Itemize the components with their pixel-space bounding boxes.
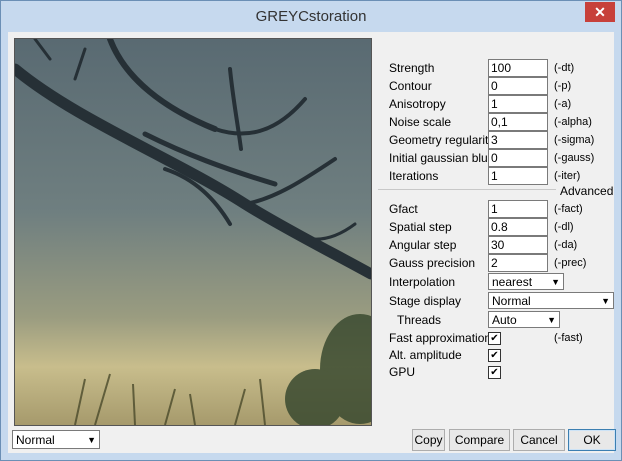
- alt-amplitude-row: Alt. amplitude ✔: [378, 348, 614, 366]
- title-bar[interactable]: GREYCstoration ✕: [1, 1, 621, 31]
- fast-approximation-label: Fast approximation: [389, 331, 492, 345]
- fast-approximation-row: Fast approximation ✔ (-fast): [378, 331, 614, 349]
- window-title: GREYCstoration: [255, 8, 367, 25]
- param-row-angular-step: Angular step 30 (-da): [378, 236, 614, 254]
- cancel-button[interactable]: Cancel: [513, 429, 565, 451]
- param-flag: (-sigma): [554, 134, 595, 146]
- chevron-down-icon: ▼: [601, 296, 610, 306]
- param-label: Angular step: [389, 238, 457, 252]
- param-flag: (-dt): [554, 62, 575, 74]
- copy-button[interactable]: Copy: [412, 429, 445, 451]
- chevron-down-icon: ▼: [551, 277, 560, 287]
- param-flag: (-iter): [554, 170, 581, 182]
- preview-image: [14, 38, 372, 426]
- param-label: Gauss precision: [389, 256, 476, 270]
- view-mode-select[interactable]: Normal ▼: [12, 430, 100, 449]
- param-label: Noise scale: [389, 115, 452, 129]
- param-label: Gfact: [389, 202, 418, 216]
- iterations-input[interactable]: 1: [488, 167, 548, 185]
- param-label: Geometry regularity: [389, 133, 495, 147]
- param-flag: (-da): [554, 239, 578, 251]
- threads-select[interactable]: Auto ▼: [488, 311, 560, 328]
- advanced-section-label: Advanced: [560, 184, 614, 198]
- contour-input[interactable]: 0: [488, 77, 548, 95]
- interpolation-row: Interpolation nearest ▼: [378, 273, 614, 291]
- gpu-row: GPU ✔: [378, 365, 614, 383]
- dialog-client: Strength 100 (-dt) Contour 0 (-p) Anisot…: [8, 32, 616, 453]
- param-flag: (-fact): [554, 203, 583, 215]
- greycstoration-window: GREYCstoration ✕ Strength 100 (-dt) Cont…: [0, 0, 622, 461]
- param-row-noise-scale: Noise scale 0,1 (-alpha): [378, 113, 614, 131]
- param-label: Contour: [389, 79, 432, 93]
- param-label: Iterations: [389, 169, 439, 183]
- stage-display-label: Stage display: [389, 294, 462, 308]
- param-row-spatial-step: Spatial step 0.8 (-dl): [378, 218, 614, 236]
- geometry-regularity-input[interactable]: 3: [488, 131, 548, 149]
- param-flag: (-alpha): [554, 116, 592, 128]
- param-label: Strength: [389, 61, 435, 75]
- param-flag: (-fast): [554, 332, 583, 344]
- chevron-down-icon: ▼: [87, 435, 96, 445]
- chevron-down-icon: ▼: [547, 315, 556, 325]
- interpolation-select[interactable]: nearest ▼: [488, 273, 564, 290]
- alt-amplitude-label: Alt. amplitude: [389, 348, 462, 362]
- advanced-separator: [378, 189, 556, 190]
- initial-gaussian-blur-input[interactable]: 0: [488, 149, 548, 167]
- alt-amplitude-checkbox[interactable]: ✔: [488, 349, 501, 362]
- param-row-strength: Strength 100 (-dt): [378, 59, 614, 77]
- gfact-input[interactable]: 1: [488, 200, 548, 218]
- interpolation-label: Interpolation: [389, 275, 456, 289]
- ok-button[interactable]: OK: [568, 429, 616, 451]
- threads-row: Threads Auto ▼: [378, 311, 614, 329]
- compare-button[interactable]: Compare: [449, 429, 510, 451]
- stage-display-select[interactable]: Normal ▼: [488, 292, 614, 309]
- param-row-initial-gaussian-blur: Initial gaussian blur 0 (-gauss): [378, 149, 614, 167]
- strength-input[interactable]: 100: [488, 59, 548, 77]
- param-row-contour: Contour 0 (-p): [378, 77, 614, 95]
- interpolation-value: nearest: [492, 275, 533, 289]
- param-label: Spatial step: [389, 220, 452, 234]
- gpu-checkbox[interactable]: ✔: [488, 366, 501, 379]
- param-flag: (-prec): [554, 257, 587, 269]
- param-flag: (-p): [554, 80, 572, 92]
- param-label: Anisotropy: [389, 97, 446, 111]
- anisotropy-input[interactable]: 1: [488, 95, 548, 113]
- close-button[interactable]: ✕: [585, 2, 615, 22]
- param-flag: (-gauss): [554, 152, 595, 164]
- param-row-gfact: Gfact 1 (-fact): [378, 200, 614, 218]
- bottom-bar: Normal ▼ Copy Compare Cancel OK: [8, 429, 616, 453]
- parameters-panel: Strength 100 (-dt) Contour 0 (-p) Anisot…: [378, 32, 614, 422]
- stage-display-row: Stage display Normal ▼: [378, 292, 614, 310]
- param-row-anisotropy: Anisotropy 1 (-a): [378, 95, 614, 113]
- param-label: Initial gaussian blur: [389, 151, 492, 165]
- angular-step-input[interactable]: 30: [488, 236, 548, 254]
- param-flag: (-dl): [554, 221, 574, 233]
- noise-scale-input[interactable]: 0,1: [488, 113, 548, 131]
- threads-value: Auto: [492, 313, 517, 327]
- param-row-geometry-regularity: Geometry regularity 3 (-sigma): [378, 131, 614, 149]
- param-row-gauss-precision: Gauss precision 2 (-prec): [378, 254, 614, 272]
- threads-label: Threads: [397, 313, 442, 327]
- fast-approximation-checkbox[interactable]: ✔: [488, 332, 501, 345]
- stage-display-value: Normal: [492, 294, 531, 308]
- gpu-label: GPU: [389, 365, 416, 379]
- gauss-precision-input[interactable]: 2: [488, 254, 548, 272]
- view-mode-value: Normal: [16, 433, 55, 447]
- spatial-step-input[interactable]: 0.8: [488, 218, 548, 236]
- param-flag: (-a): [554, 98, 572, 110]
- param-row-iterations: Iterations 1 (-iter): [378, 167, 614, 185]
